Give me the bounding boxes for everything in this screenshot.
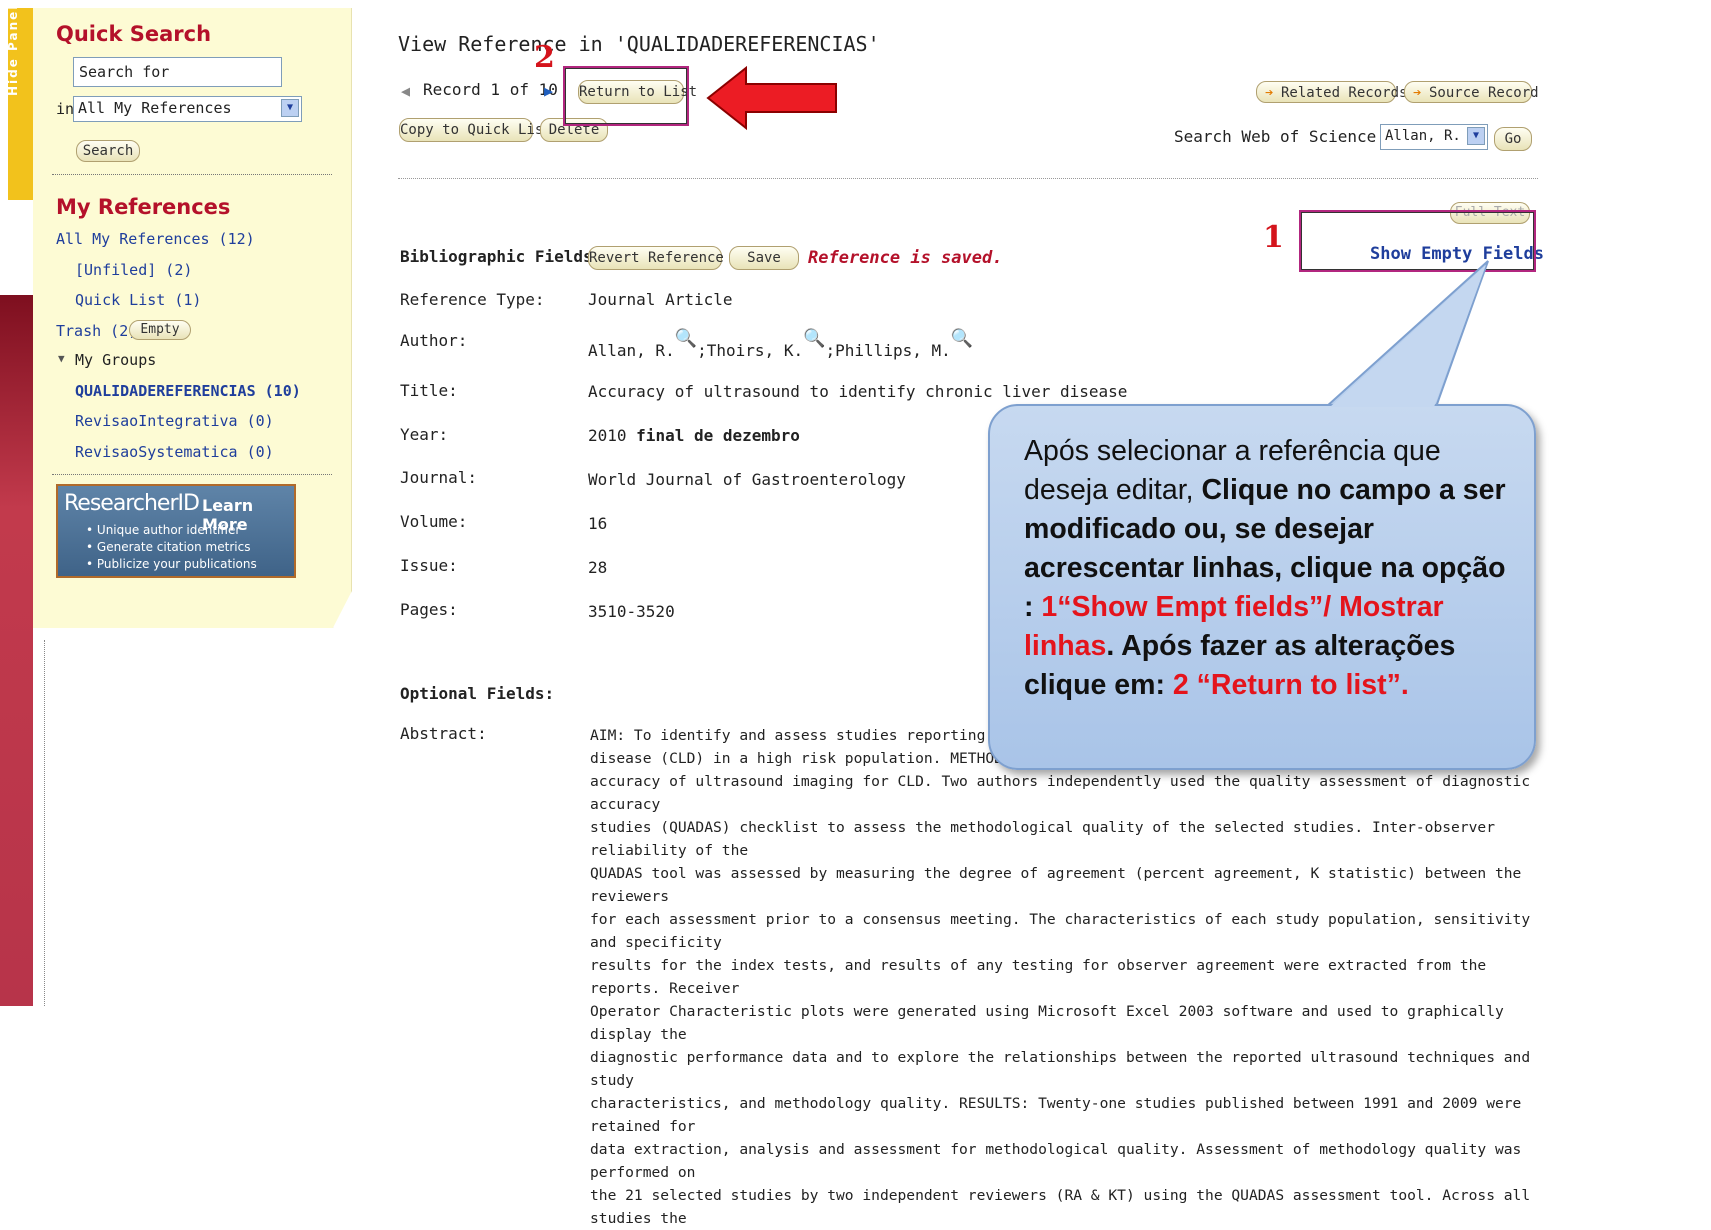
callout-text: Após selecionar a referência que deseja … [1024, 432, 1514, 705]
researcherid-logo: ResearcherID [64, 491, 200, 516]
sidebar-border [44, 640, 45, 1006]
wos-author-select[interactable]: Allan, R. ▼ [1380, 124, 1488, 150]
bullet-item: • Generate citation metrics [86, 540, 251, 554]
wos-author-selected: Allan, R. [1385, 128, 1461, 144]
reference-type-value[interactable]: Journal Article [588, 290, 733, 309]
title-label: Title: [400, 381, 458, 400]
group-item[interactable]: RevisaoIntegrativa (0) [75, 412, 274, 430]
arrow-right-icon: ➔ [1413, 85, 1422, 101]
abstract-line: results for the index tests, and results… [590, 957, 1487, 997]
scope-select[interactable]: All My References ▼ [73, 96, 302, 122]
triangle-down-icon[interactable]: ▼ [58, 352, 65, 365]
callout-pointer-fill [1330, 265, 1486, 407]
abstract-line: Operator Characteristic plots were gener… [590, 1003, 1504, 1043]
annotation-number-2: 2 [534, 40, 555, 75]
title-value[interactable]: Accuracy of ultrasound to identify chron… [588, 382, 1127, 401]
abstract-line: diagnostic performance data and to explo… [590, 1049, 1531, 1089]
search-button[interactable]: Search [76, 140, 140, 162]
revert-reference-button[interactable]: Revert Reference [588, 246, 724, 270]
search-input[interactable]: Search for [73, 57, 282, 87]
my-references-title: My References [56, 195, 231, 219]
source-record-button[interactable]: ➔ Source Record [1404, 81, 1539, 103]
annotation-number-1: 1 [1263, 220, 1284, 255]
search-wos-label: Search Web of Science for [1174, 127, 1415, 146]
abstract-label: Abstract: [400, 724, 487, 743]
journal-label: Journal: [400, 468, 478, 487]
author-name: Allan, R. [588, 341, 675, 360]
bullet-item: • Unique author identifier [86, 523, 241, 537]
bibliographic-fields-label: Bibliographic Fields: [400, 247, 603, 266]
bullet-item: • Publicize your publications [86, 557, 257, 571]
abstract-value[interactable]: AIM: To identify and assess studies repo… [590, 724, 1540, 1230]
next-record-icon[interactable]: ▶ [544, 82, 553, 100]
related-records-label: Related Records [1281, 85, 1408, 101]
related-records-button[interactable]: ➔ Related Records [1256, 81, 1407, 103]
copy-to-quick-list-button[interactable]: Copy to Quick List [399, 118, 552, 142]
hide-panel-label[interactable]: Hide Panel [6, 4, 20, 96]
divider [52, 174, 332, 175]
chevron-down-icon[interactable]: ▼ [281, 99, 299, 117]
group-item[interactable]: RevisaoSystematica (0) [75, 443, 274, 461]
reference-type-label: Reference Type: [400, 290, 545, 309]
callout-red-2: 2 “Return to list”. [1172, 669, 1409, 701]
go-button[interactable]: Go [1494, 127, 1532, 151]
researcherid-bullets: • Unique author identifier • Generate ci… [86, 522, 257, 573]
trash-link[interactable]: Trash (2) [56, 322, 137, 340]
group-item[interactable]: QUALIDADEREFERENCIAS (10) [75, 382, 301, 400]
source-record-label: Source Record [1429, 85, 1539, 101]
prev-record-icon[interactable]: ◀ [401, 82, 410, 100]
my-groups-label[interactable]: My Groups [75, 351, 156, 369]
author-label: Author: [400, 331, 468, 350]
divider [52, 474, 332, 475]
unfiled-link[interactable]: [Unfiled] (2) [75, 261, 192, 279]
author-name: ;Thoirs, K. [697, 341, 804, 360]
empty-trash-button[interactable]: Empty [129, 320, 191, 340]
arrow-right-icon: ➔ [1265, 85, 1274, 101]
quick-list-link[interactable]: Quick List (1) [75, 291, 201, 309]
optional-fields-label: Optional Fields: [400, 684, 555, 703]
abstract-line: characteristics, and methodology quality… [590, 1095, 1522, 1135]
issue-label: Issue: [400, 556, 458, 575]
magnifier-icon[interactable]: 🔍 [675, 328, 697, 349]
left-red-bar [0, 295, 33, 1006]
header-divider [398, 178, 1538, 179]
issue-value[interactable]: 28 [588, 558, 607, 577]
annotation-box-return [563, 66, 689, 126]
red-arrow-icon [706, 65, 837, 131]
abstract-line: the 21 selected studies by two independe… [590, 1187, 1531, 1227]
in-label: in [56, 100, 75, 118]
pages-label: Pages: [400, 600, 458, 619]
quick-search-title: Quick Search [56, 22, 212, 46]
journal-value[interactable]: World Journal of Gastroenterology [588, 470, 906, 489]
record-counter: Record 1 of 10 [423, 80, 558, 99]
volume-value[interactable]: 16 [588, 514, 607, 533]
magnifier-icon[interactable]: 🔍 [803, 328, 825, 349]
pages-value[interactable]: 3510-3520 [588, 602, 675, 621]
author-name: ;Phillips, M. [825, 341, 951, 360]
abstract-line: accuracy of ultrasound imaging for CLD. … [590, 773, 1531, 813]
volume-label: Volume: [400, 512, 468, 531]
all-my-references-link[interactable]: All My References (12) [56, 230, 255, 248]
chevron-down-icon[interactable]: ▼ [1467, 127, 1485, 145]
researcherid-banner[interactable]: ResearcherID Learn More • Unique author … [56, 484, 296, 578]
save-status: Reference is saved. [808, 248, 1003, 268]
year-number: 2010 [588, 426, 627, 445]
author-value[interactable]: Allan, R.🔍;Thoirs, K.🔍;Phillips, M.🔍 [588, 328, 973, 360]
scope-selected-value: All My References [78, 99, 232, 117]
year-label: Year: [400, 425, 449, 444]
abstract-line: data extraction, analysis and assessment… [590, 1141, 1522, 1181]
abstract-line: QUADAS tool was assessed by measuring th… [590, 865, 1522, 905]
magnifier-icon[interactable]: 🔍 [951, 328, 973, 349]
year-extra: final de dezembro [636, 426, 800, 445]
year-value[interactable]: 2010 final de dezembro [588, 426, 800, 445]
save-button[interactable]: Save [729, 246, 799, 270]
page-title: View Reference in 'QUALIDADEREFERENCIAS' [398, 32, 880, 56]
abstract-line: for each assessment prior to a consensus… [590, 911, 1531, 951]
abstract-line: studies (QUADAS) checklist to assess the… [590, 819, 1495, 859]
